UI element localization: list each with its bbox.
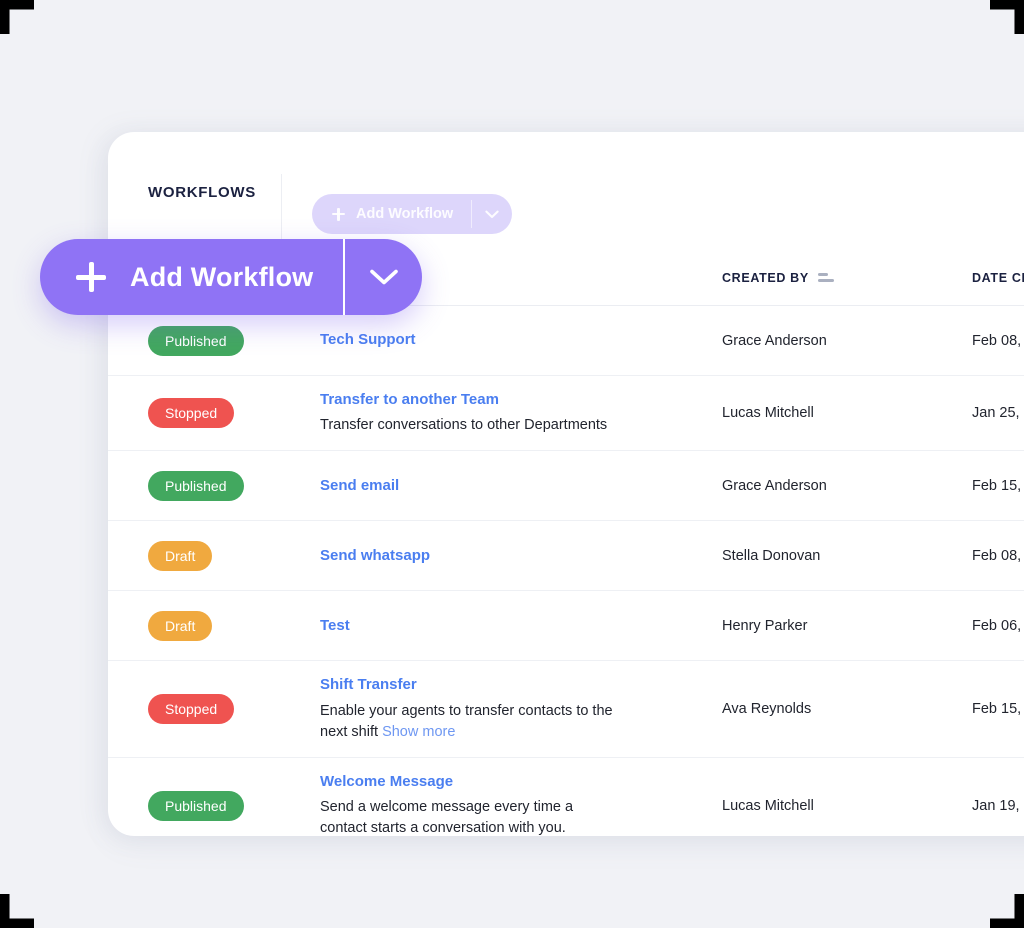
workflow-name-link[interactable]: Shift Transfer bbox=[320, 675, 722, 695]
workflow-description-text: Enable your agents to transfer contacts … bbox=[320, 702, 613, 740]
crop-mark-bottom-left bbox=[0, 894, 34, 928]
cell-status: Draft bbox=[148, 540, 320, 571]
add-workflow-button[interactable]: Add Workflow bbox=[312, 194, 513, 234]
show-more-link[interactable]: Show more bbox=[382, 724, 455, 740]
workflows-card: WORKFLOWS Add Workflow CREATED BY DATE C… bbox=[108, 132, 1024, 836]
workflow-description: Send a welcome message every time a cont… bbox=[320, 797, 620, 836]
status-badge: Published bbox=[148, 325, 244, 356]
table-row[interactable]: Published Tech Support Grace Anderson Feb 0… bbox=[108, 306, 1024, 376]
card-header: WORKFLOWS Add Workflow bbox=[108, 132, 1024, 250]
column-header-created-by[interactable]: CREATED BY bbox=[722, 271, 972, 285]
cell-date-created: Feb 08, 20 bbox=[972, 547, 1024, 564]
status-badge: Draft bbox=[148, 540, 213, 571]
workflow-name-link[interactable]: Send whatsapp bbox=[320, 546, 722, 566]
cell-date-created: Feb 08, 20 bbox=[972, 332, 1024, 349]
workflow-name-link[interactable]: Welcome Message bbox=[320, 772, 722, 792]
workflow-description: Enable your agents to transfer contacts … bbox=[320, 701, 620, 743]
add-workflow-magnified-dropdown-toggle[interactable] bbox=[345, 239, 422, 315]
cell-created-by: Grace Anderson bbox=[722, 332, 827, 349]
cell-date-created: Feb 15, 20 bbox=[972, 477, 1024, 494]
cell-status: Stopped bbox=[148, 694, 320, 725]
crop-mark-top-left bbox=[0, 0, 34, 34]
workflows-table: CREATED BY DATE CRE Published Tech Suppor… bbox=[108, 250, 1024, 836]
cell-created-by: Stella Donovan bbox=[722, 547, 821, 564]
cell-status: Draft bbox=[148, 610, 320, 641]
sort-descending-icon[interactable] bbox=[817, 273, 834, 282]
plus-icon bbox=[76, 262, 106, 292]
workflow-name-link[interactable]: Transfer to another Team bbox=[320, 390, 722, 410]
workflow-description-text: Transfer conversations to other Departme… bbox=[320, 417, 608, 434]
add-workflow-button-label: Add Workflow bbox=[356, 206, 454, 222]
cell-name: Shift Transfer Enable your agents to tran… bbox=[320, 675, 722, 743]
table-row[interactable]: Draft TestHenry Parker Feb 06, 20 bbox=[108, 591, 1024, 662]
cell-name: Send email bbox=[320, 476, 722, 496]
status-badge: Stopped bbox=[148, 398, 235, 429]
crop-mark-bottom-right bbox=[990, 894, 1024, 928]
column-header-date-created[interactable]: DATE CRE bbox=[972, 271, 1024, 285]
chevron-down-icon bbox=[485, 210, 499, 218]
cell-status: Published bbox=[148, 470, 320, 501]
cell-name: Welcome Message Send a welcome message ev… bbox=[320, 772, 722, 836]
cell-created-by: Lucas Mitchell bbox=[722, 797, 814, 814]
cell-status: Published bbox=[148, 325, 320, 356]
workflow-name-link[interactable]: Test bbox=[320, 616, 722, 636]
chevron-down-icon bbox=[370, 269, 398, 285]
status-badge: Published bbox=[148, 790, 244, 821]
crop-mark-top-right bbox=[990, 0, 1024, 34]
cell-created-by: Henry Parker bbox=[722, 617, 808, 634]
cell-date-created: Feb 15, 20 bbox=[972, 701, 1024, 718]
add-workflow-dropdown-toggle[interactable] bbox=[472, 194, 512, 234]
workflow-name-link[interactable]: Send email bbox=[320, 476, 722, 496]
status-badge: Draft bbox=[148, 610, 213, 641]
workflow-description: Transfer conversations to other Departme… bbox=[320, 415, 620, 436]
cell-created-by: Ava Reynolds bbox=[722, 701, 812, 718]
cell-created-by: Lucas Mitchell bbox=[722, 405, 814, 422]
column-header-date-created-label: DATE CRE bbox=[972, 270, 1024, 285]
workflow-name-link[interactable]: Tech Support bbox=[320, 330, 722, 350]
add-workflow-magnified-label: Add Workflow bbox=[130, 261, 314, 292]
page-title: WORKFLOWS bbox=[148, 184, 256, 201]
add-workflow-button-main[interactable]: Add Workflow bbox=[312, 194, 471, 234]
workflow-description-text: Send a welcome message every time a cont… bbox=[320, 799, 574, 836]
table-row[interactable]: Stopped Transfer to another Team Transfer … bbox=[108, 376, 1024, 452]
cell-date-created: Jan 25, 20 bbox=[972, 405, 1024, 422]
cell-name: Test bbox=[320, 616, 722, 636]
table-row[interactable]: Stopped Shift Transfer Enable your agents … bbox=[108, 661, 1024, 758]
status-badge: Stopped bbox=[148, 694, 235, 725]
cell-status: Stopped bbox=[148, 398, 320, 429]
table-row[interactable]: Published Welcome Message Send a welcome m… bbox=[108, 758, 1024, 836]
cell-date-created: Jan 19, 20 bbox=[972, 797, 1024, 814]
table-body: Published Tech Support Grace Anderson Feb 0… bbox=[108, 306, 1024, 836]
add-workflow-magnified-main[interactable]: Add Workflow bbox=[40, 239, 343, 315]
plus-icon bbox=[332, 207, 345, 221]
cell-name: Transfer to another Team Transfer convers… bbox=[320, 390, 722, 436]
table-row[interactable]: Published Send email Grace Anderson Feb 15,… bbox=[108, 451, 1024, 522]
status-badge: Published bbox=[148, 470, 244, 501]
table-row[interactable]: Draft Send whatsapp Stella Donovan Feb 08, … bbox=[108, 521, 1024, 592]
cell-name: Tech Support bbox=[320, 330, 722, 350]
cell-created-by: Grace Anderson bbox=[722, 477, 827, 494]
add-workflow-button-magnified[interactable]: Add Workflow bbox=[40, 239, 423, 315]
cell-date-created: Feb 06, 20 bbox=[972, 617, 1024, 634]
column-header-created-by-label: CREATED BY bbox=[722, 270, 809, 285]
cell-name: Send whatsapp bbox=[320, 546, 722, 566]
cell-status: Published bbox=[148, 790, 320, 821]
